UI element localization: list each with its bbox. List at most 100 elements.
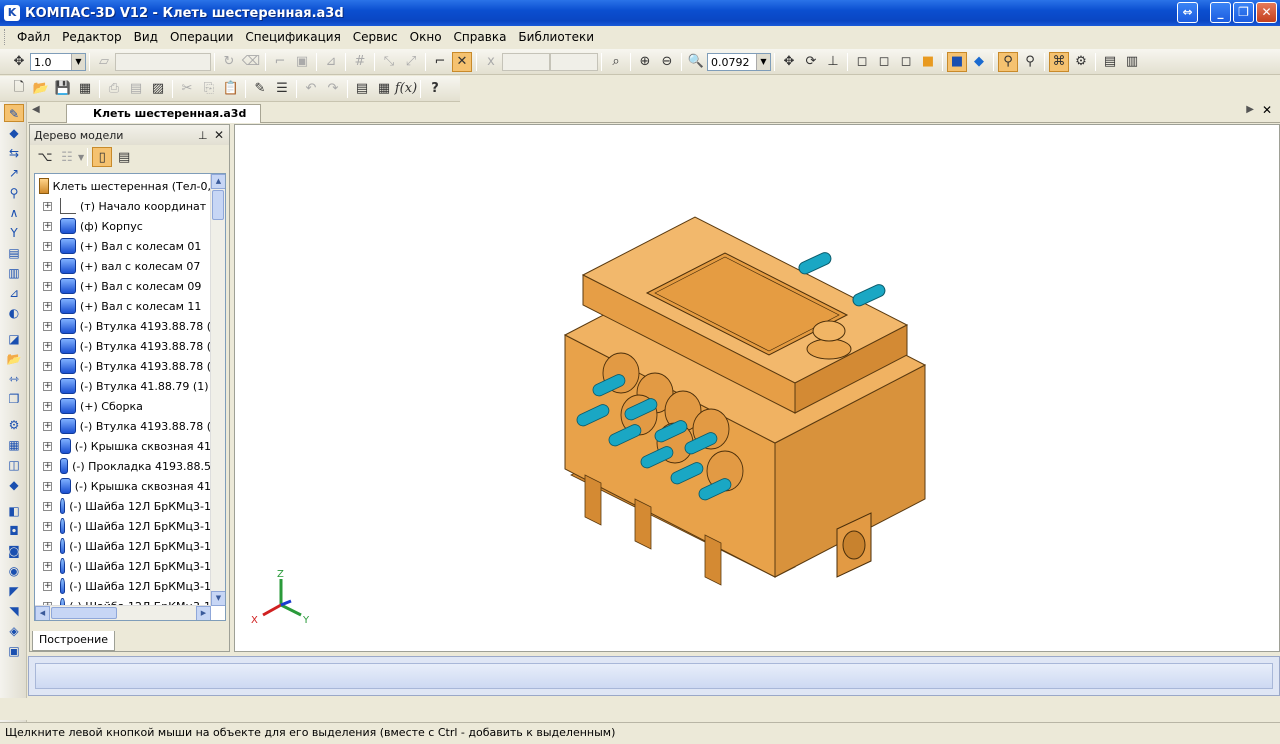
cut-extrude-icon[interactable]: ◙: [4, 542, 24, 560]
expand-icon[interactable]: +: [43, 521, 52, 531]
wireframe-icon[interactable]: ◻: [852, 52, 872, 72]
tab-construction[interactable]: Построение: [32, 631, 116, 651]
tree-hscrollbar[interactable]: ◀ ▶: [35, 605, 211, 620]
filter-tool-icon[interactable]: Y: [4, 224, 24, 242]
document-tab[interactable]: Клеть шестеренная.a3d: [66, 104, 262, 123]
tree-item[interactable]: + (-) Крышка сквозная 41: [35, 476, 211, 496]
solid-icon[interactable]: ◆: [4, 476, 24, 494]
menu-window[interactable]: Окно: [404, 30, 448, 44]
hidden-thin-icon[interactable]: ◻: [896, 52, 916, 72]
tree-display-icon[interactable]: ☷: [57, 147, 77, 167]
mirror-icon[interactable]: ⇿: [4, 370, 24, 388]
scroll-up-icon[interactable]: ▲: [211, 174, 225, 189]
tree-item[interactable]: + (-) Шайба 12Л БрКМц3-1: [35, 576, 211, 596]
expand-icon[interactable]: +: [43, 341, 52, 351]
maximize-button[interactable]: ❐: [1233, 2, 1254, 23]
menu-editor[interactable]: Редактор: [56, 30, 127, 44]
help-pointer-icon[interactable]: ?: [425, 79, 445, 99]
function-icon[interactable]: f(x): [395, 79, 417, 99]
spec-tool-icon[interactable]: ▤: [4, 244, 24, 262]
zoom-field[interactable]: 0.0792 ▼: [707, 52, 771, 71]
tree-vscrollbar[interactable]: ▲ ▼: [210, 174, 225, 606]
pattern-icon[interactable]: ◫: [4, 456, 24, 474]
tree-item[interactable]: + (-) Втулка 41.88.79 (1): [35, 376, 211, 396]
perspective-icon[interactable]: ◆: [969, 52, 989, 72]
grid-icon[interactable]: #: [350, 52, 370, 72]
expand-icon[interactable]: +: [43, 401, 52, 411]
points-icon[interactable]: ∧: [4, 204, 24, 222]
expand-icon[interactable]: +: [43, 501, 52, 511]
expand-icon[interactable]: +: [43, 281, 52, 291]
format-icon[interactable]: ✎: [250, 79, 270, 99]
hole-icon[interactable]: ◉: [4, 562, 24, 580]
paste-icon[interactable]: 📋: [221, 79, 241, 99]
layer-icon[interactable]: ▱: [94, 52, 114, 72]
print-manager-icon[interactable]: ▨: [148, 79, 168, 99]
tree-vscroll-thumb[interactable]: [212, 190, 224, 220]
scroll-left-icon[interactable]: ◀: [35, 606, 50, 620]
tree-item[interactable]: + (-) Втулка 4193.88.78 (: [35, 356, 211, 376]
tree-item[interactable]: + (ф) Корпус: [35, 216, 211, 236]
tree-item[interactable]: + (-) Втулка 4193.88.78 (: [35, 336, 211, 356]
tree-item[interactable]: + (+) Сборка: [35, 396, 211, 416]
tree-item[interactable]: + (+) вал с колесам 07: [35, 256, 211, 276]
print-icon[interactable]: ⎙: [104, 79, 124, 99]
clip-icon[interactable]: ⚲: [4, 184, 24, 202]
open-part-icon[interactable]: 📂: [4, 350, 24, 368]
edit-part-icon[interactable]: ✎: [4, 104, 24, 122]
menu-help[interactable]: Справка: [448, 30, 513, 44]
step-field[interactable]: 1.0 ▼: [30, 52, 86, 71]
properties-list-icon[interactable]: ☰: [272, 79, 292, 99]
redo-icon[interactable]: ↷: [323, 79, 343, 99]
eraser-icon[interactable]: ⌫: [241, 52, 261, 72]
orientation-icon[interactable]: ⊥: [823, 52, 843, 72]
array-icon[interactable]: ▦: [4, 436, 24, 454]
report-icon[interactable]: ▥: [1122, 52, 1142, 72]
expand-icon[interactable]: +: [43, 441, 52, 451]
fillet-icon[interactable]: ◥: [4, 602, 24, 620]
tree-toggle-icon[interactable]: ⌘: [1049, 51, 1069, 72]
document-close-icon[interactable]: ✕: [1262, 103, 1272, 117]
menu-libraries[interactable]: Библиотеки: [512, 30, 600, 44]
tree-root[interactable]: Клеть шестеренная (Тел-0,: [35, 176, 211, 196]
expand-icon[interactable]: +: [43, 261, 52, 271]
expand-icon[interactable]: +: [43, 201, 52, 211]
tree-item[interactable]: + (-) Шайба 12Л БрКМц3-1: [35, 496, 211, 516]
tree-item[interactable]: + (-) Шайба 12Л БрКМц3-1: [35, 516, 211, 536]
undo-icon[interactable]: ↶: [301, 79, 321, 99]
restore-arrows-button[interactable]: ⇔: [1177, 2, 1198, 23]
expand-icon[interactable]: +: [43, 421, 52, 431]
manager-icon[interactable]: ▦: [75, 79, 95, 99]
new-document-icon[interactable]: 🗋: [9, 79, 29, 99]
menu-view[interactable]: Вид: [128, 30, 164, 44]
copy-comp-icon[interactable]: ❐: [4, 390, 24, 408]
variables-icon[interactable]: ▦: [374, 79, 394, 99]
properties-icon[interactable]: ⚙: [1071, 52, 1091, 72]
mate-constraints-icon[interactable]: ⚙: [4, 416, 24, 434]
filter-icon[interactable]: ⚲: [998, 51, 1018, 72]
shaded-icon[interactable]: ■: [918, 52, 938, 72]
rotate-view-icon[interactable]: ⟳: [801, 52, 821, 72]
coord-rel-icon[interactable]: ⤢: [401, 52, 421, 72]
minimize-button[interactable]: _: [1210, 2, 1231, 23]
expand-icon[interactable]: +: [43, 221, 52, 231]
tree-expand-icon[interactable]: ▤: [114, 147, 134, 167]
coord-x-field[interactable]: [502, 52, 550, 71]
cut-icon[interactable]: ✂: [177, 79, 197, 99]
tree-item[interactable]: + (+) Вал с колесам 11: [35, 296, 211, 316]
tree-item[interactable]: + (-) Втулка 4193.88.78 (: [35, 416, 211, 436]
save-icon[interactable]: 💾: [53, 79, 73, 99]
zoom-dropdown-icon[interactable]: ▼: [756, 53, 770, 70]
copy-icon[interactable]: ⎘: [199, 79, 219, 99]
coord-icon[interactable]: ⤡: [379, 52, 399, 72]
assembly-icon[interactable]: ◆: [4, 124, 24, 142]
expand-icon[interactable]: +: [43, 481, 52, 491]
report-tool-icon[interactable]: ▥: [4, 264, 24, 282]
tree-item[interactable]: + (-) Втулка 4193.88.78 (: [35, 316, 211, 336]
expand-icon[interactable]: +: [43, 581, 52, 591]
tree-item[interactable]: + (-) Шайба 12Л БрКМц3-1: [35, 556, 211, 576]
rotate-icon[interactable]: ↻: [219, 52, 239, 72]
menu-operations[interactable]: Операции: [164, 30, 239, 44]
tab-scroll-left-icon[interactable]: ◀: [32, 104, 40, 115]
expand-icon[interactable]: +: [43, 301, 52, 311]
